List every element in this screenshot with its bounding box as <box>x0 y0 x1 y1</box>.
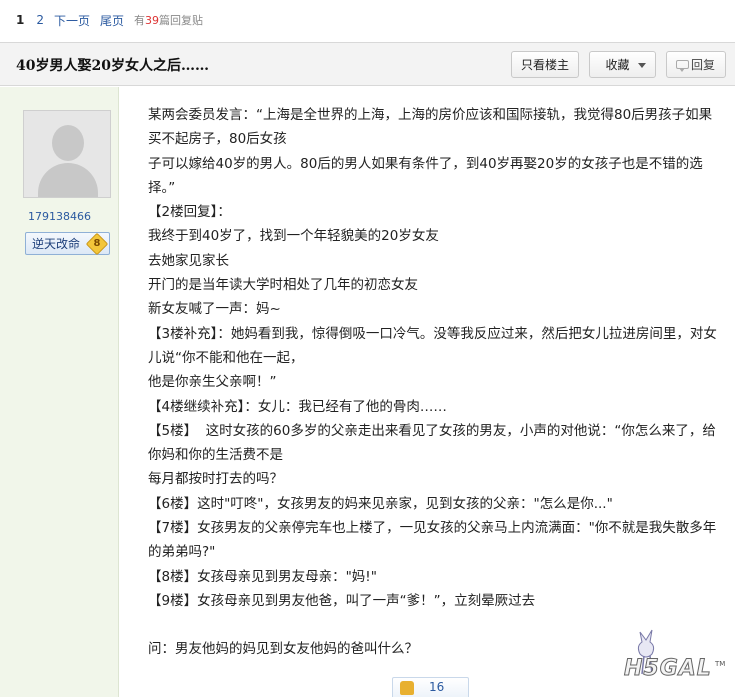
post-line: 买不起房子，80后女孩 <box>148 131 287 148</box>
reply-label: 回复 <box>690 58 715 72</box>
post-line: 【2楼回复】： <box>148 204 231 221</box>
watermark-logo-text: H5GAL <box>624 656 712 682</box>
reply-button[interactable]: 回复 <box>666 51 726 78</box>
watermark-tm: TM <box>715 660 726 668</box>
author-sidebar: 179138466 逆天改命 8 <box>0 87 119 697</box>
post-line: 儿说“你不能和他在一起， <box>148 349 304 366</box>
post-line: 你妈和你的生活费不是 <box>148 447 283 464</box>
favorite-button[interactable]: 收藏 <box>589 51 656 78</box>
post-line: 去她家见家长 <box>148 252 229 269</box>
author-rank-badge: 逆天改命 8 <box>25 232 110 256</box>
post-line: 子可以嫁给40岁的男人。80后的男人如果有条件了，到40岁再娶20岁的女孩子也是… <box>148 155 703 172</box>
post-line: 【3楼补充】：她妈看到我，惊得倒吸一口冷气。没等我反应过来，然后把女儿拉进房间里… <box>148 325 717 342</box>
post-line: 新女友喊了一声：妈~ <box>148 301 281 318</box>
author-level: 8 <box>93 238 101 249</box>
post-line: 【7楼】女孩男友的父亲停完车也上楼了，一见女孩的父亲马上内流满面："你不就是我失… <box>148 520 717 537</box>
pagination: 1 2 下一页 尾页 有39篇回复贴 <box>0 0 735 40</box>
thread-title: 40岁男人娶20岁女人之后…… <box>16 58 209 74</box>
only-op-label: 只看楼主 <box>520 58 569 72</box>
post-line: 开门的是当年读大学时相处了几年的初恋女友 <box>148 277 418 294</box>
post-content: 某两会委员发言：“上海是全世界的上海，上海的房价应该和国际接轨，我觉得80后男孩… <box>148 103 726 662</box>
chevron-down-icon <box>638 63 646 68</box>
pagination-last[interactable]: 尾页 <box>100 12 124 29</box>
post-line: 择。” <box>148 179 176 196</box>
pagination-page-2[interactable]: 2 <box>36 13 44 27</box>
site-watermark: H5GAL TM <box>608 626 728 692</box>
thumbs-up-icon <box>400 681 414 695</box>
reply-count-prefix: 有 <box>134 14 146 27</box>
avatar-body-shape <box>38 163 98 197</box>
favorite-label: 收藏 <box>605 58 630 72</box>
post-line: 【9楼】女孩母亲见到男友他爸，叫了一声“爹！”，立刻晕厥过去 <box>148 592 536 609</box>
avatar-head-shape <box>52 125 84 161</box>
post-line: 【5楼】 这时女孩的60多岁的父亲走出来看见了女孩的男友，小声的对他说：“你怎么… <box>148 422 716 439</box>
like-button[interactable]: 16 <box>392 677 469 697</box>
speech-bubble-icon <box>676 60 689 72</box>
author-username[interactable]: 179138466 <box>0 210 119 223</box>
avatar[interactable] <box>23 110 111 198</box>
pagination-current-page: 1 <box>16 13 25 27</box>
like-count: 16 <box>429 680 445 694</box>
reply-count: 39 <box>145 14 160 27</box>
reply-count-note: 有39篇回复贴 <box>134 12 203 28</box>
post-line: 他是你亲生父亲啊！” <box>148 374 277 391</box>
thread-title-bar: 40岁男人娶20岁女人之后…… 只看楼主 收藏 回复 <box>0 42 735 86</box>
reply-count-suffix: 篇回复贴 <box>159 14 204 27</box>
post-line: 【8楼】女孩母亲见到男友母亲："妈!" <box>148 568 377 585</box>
post-line: 每月都按时打去的吗？ <box>148 471 283 488</box>
post-line: 某两会委员发言：“上海是全世界的上海，上海的房价应该和国际接轨，我觉得80后男孩… <box>148 107 713 123</box>
level-badge-icon: 8 <box>85 232 109 256</box>
post-line: 的弟弟吗?" <box>148 544 216 561</box>
only-op-button[interactable]: 只看楼主 <box>511 51 579 78</box>
post-line: 【6楼】这时"叮咚"，女孩男友的妈来见亲家，见到女孩的父亲："怎么是你..." <box>148 495 613 512</box>
post-line: 【4楼继续补充】：女儿：我已经有了他的骨肉…… <box>148 398 447 415</box>
pagination-next[interactable]: 下一页 <box>54 12 90 29</box>
post-line: 我终于到40岁了，找到一个年轻貌美的20岁女友 <box>148 228 439 245</box>
author-rank-label: 逆天改命 <box>32 237 81 251</box>
